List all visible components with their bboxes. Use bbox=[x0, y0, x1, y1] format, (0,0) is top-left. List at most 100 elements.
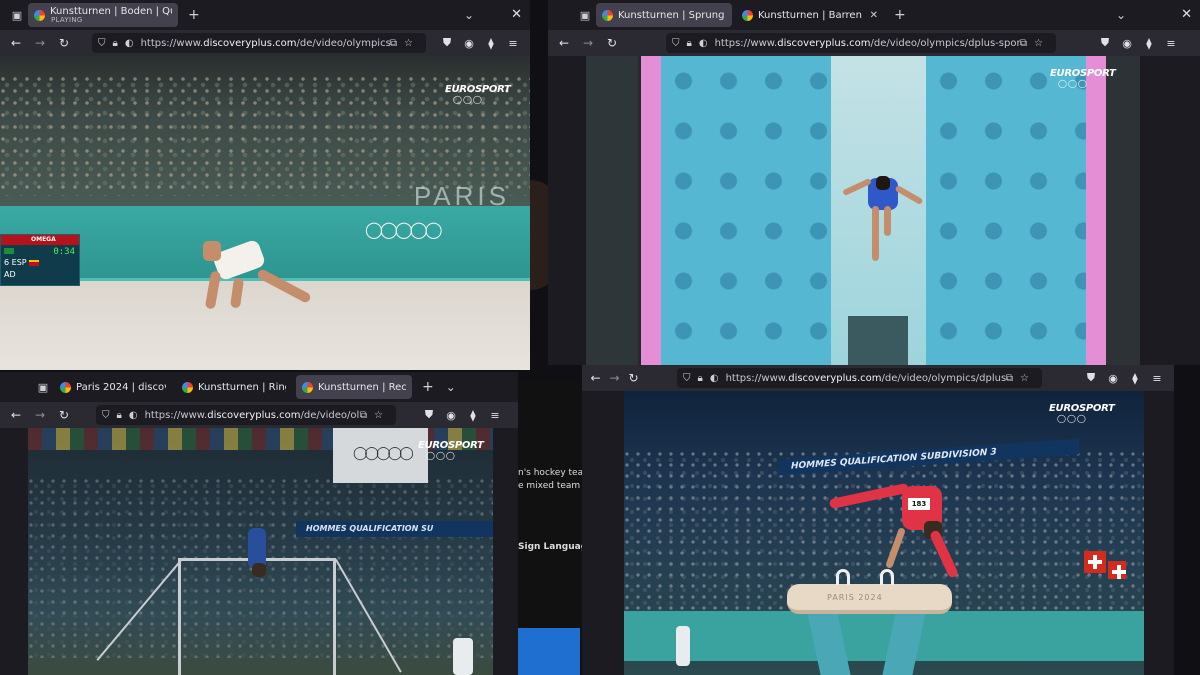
permissions-icon[interactable]: ◐ bbox=[129, 410, 138, 421]
gymnast-leg bbox=[872, 206, 879, 261]
close-icon[interactable]: ✕ bbox=[1181, 7, 1192, 22]
pip-icon[interactable]: ⧉ bbox=[1006, 373, 1013, 384]
pocket-icon[interactable]: ⛊ bbox=[1080, 371, 1102, 385]
forward-icon[interactable]: → bbox=[607, 368, 622, 388]
back-icon[interactable]: ← bbox=[588, 368, 603, 388]
shield-icon[interactable]: ⛉ bbox=[683, 373, 691, 384]
reload-icon[interactable]: ↻ bbox=[54, 33, 74, 53]
bookmark-star-icon[interactable]: ☆ bbox=[1034, 38, 1043, 49]
chevron-down-icon[interactable]: ⌄ bbox=[1110, 8, 1132, 22]
forward-icon[interactable]: → bbox=[30, 33, 50, 53]
toolbar-icons: ⛊ ◉ ⧫ ≡ bbox=[1080, 371, 1168, 385]
pip-icon[interactable]: ⧉ bbox=[1020, 38, 1027, 49]
chevron-down-icon[interactable]: ⌄ bbox=[458, 8, 480, 22]
toolbar-icons: ⛊ ◉ ⧫ ≡ bbox=[418, 408, 506, 422]
permissions-icon[interactable]: ◐ bbox=[125, 38, 134, 49]
lock-icon[interactable]: 🔒︎ bbox=[698, 373, 703, 384]
eurosport-logo: EUROSPORT ◯◯◯ bbox=[1049, 403, 1115, 423]
tab-paris-2024[interactable]: Paris 2024 | discoveryp bbox=[54, 375, 172, 399]
chevron-down-icon[interactable]: ⌄ bbox=[440, 380, 462, 394]
pocket-icon[interactable]: ⛊ bbox=[418, 408, 440, 422]
tab-high-bar[interactable]: Kunstturnen | Reck | Q bbox=[296, 375, 412, 399]
pip-icon[interactable]: ⧉ bbox=[360, 410, 367, 421]
favicon-icon bbox=[60, 381, 71, 393]
pocket-icon[interactable]: ⛊ bbox=[1094, 36, 1116, 50]
url-bar[interactable]: ⛉ 🔒︎ ◐ https://www.discoveryplus.com/de/… bbox=[666, 33, 1056, 53]
menu-icon[interactable]: ≡ bbox=[502, 37, 524, 50]
url-text[interactable]: https://www.discoveryplus.com/de/video/o… bbox=[141, 38, 390, 49]
arena-side bbox=[1106, 56, 1140, 365]
shield-icon[interactable]: ⛉ bbox=[102, 410, 110, 421]
url-bar[interactable]: ⛉ 🔒︎ ◐ https://www.discoveryplus.com/de/… bbox=[677, 368, 1042, 388]
video-player[interactable]: ◯◯◯◯◯ HOMMES QUALIFICATION SU EUROSPORT ◯… bbox=[28, 428, 493, 675]
new-tab-icon[interactable]: + bbox=[182, 7, 206, 23]
url-text[interactable]: https://www.discoveryplus.com/de/video/o… bbox=[726, 373, 1006, 384]
permissions-icon[interactable]: ◐ bbox=[710, 373, 719, 384]
reload-icon[interactable]: ↻ bbox=[626, 368, 641, 388]
reload-icon[interactable]: ↻ bbox=[54, 405, 74, 425]
favicon-icon bbox=[34, 9, 45, 21]
tab-vault[interactable]: Kunstturnen | Sprung | Qu bbox=[596, 3, 732, 27]
toolbar-icons: ⛊ ◉ ⧫ ≡ bbox=[436, 36, 524, 50]
forward-icon[interactable]: → bbox=[30, 405, 50, 425]
swiss-flag bbox=[1108, 561, 1126, 579]
bookmark-star-icon[interactable]: ☆ bbox=[374, 410, 383, 421]
new-tab-icon[interactable]: + bbox=[888, 7, 912, 23]
tab-list-icon[interactable]: ▣ bbox=[574, 4, 596, 26]
forward-icon[interactable]: → bbox=[578, 33, 598, 53]
tab-rings[interactable]: Kunstturnen | Ringe | Q bbox=[176, 375, 292, 399]
url-text[interactable]: https://www.discoveryplus.com/de/video/o… bbox=[715, 38, 1020, 49]
new-tab-icon[interactable]: + bbox=[416, 379, 440, 395]
lock-icon[interactable]: 🔒︎ bbox=[687, 38, 692, 49]
shield-icon[interactable]: ⛉ bbox=[672, 38, 680, 49]
back-icon[interactable]: ← bbox=[6, 405, 26, 425]
video-player[interactable]: EUROSPORT ◯◯◯ bbox=[586, 56, 1140, 365]
tab-list-icon[interactable]: ▣ bbox=[32, 376, 54, 398]
pip-icon[interactable]: ⧉ bbox=[390, 38, 397, 49]
extensions-icon[interactable]: ⧫ bbox=[462, 409, 484, 422]
bookmark-star-icon[interactable]: ☆ bbox=[1020, 373, 1029, 384]
account-icon[interactable]: ◉ bbox=[458, 37, 480, 50]
olympic-rings-icon: ◯◯◯◯◯ bbox=[353, 446, 414, 461]
bookmark-star-icon[interactable]: ☆ bbox=[404, 38, 413, 49]
pommel bbox=[836, 569, 850, 585]
close-tab-icon[interactable]: ✕ bbox=[870, 10, 878, 21]
url-bar[interactable]: ⛉ 🔒︎ ◐ https://www.discoveryplus.com/de/… bbox=[92, 33, 426, 53]
permissions-icon[interactable]: ◐ bbox=[699, 38, 708, 49]
lock-icon[interactable]: 🔒︎ bbox=[113, 38, 118, 49]
scoreboard-row: AD bbox=[4, 270, 16, 279]
lock-icon[interactable]: 🔒︎ bbox=[117, 410, 122, 421]
reload-icon[interactable]: ↻ bbox=[602, 33, 622, 53]
olympic-rings-icon: ◯◯◯◯◯ bbox=[365, 220, 443, 239]
account-icon[interactable]: ◉ bbox=[1102, 372, 1124, 385]
tab-floor[interactable]: Kunstturnen | Boden | Qu PLAYING bbox=[28, 3, 178, 27]
favicon-icon bbox=[742, 9, 753, 21]
account-icon[interactable]: ◉ bbox=[440, 409, 462, 422]
video-player[interactable]: PARIS ◯◯◯◯◯ EUROSPORT ◯◯◯ OMEGA 0:34 6 ES… bbox=[0, 56, 530, 370]
url-text[interactable]: https://www.discoveryplus.com/de/video/o… bbox=[145, 410, 360, 421]
qualification-banner: HOMMES QUALIFICATION SU bbox=[296, 521, 493, 537]
menu-icon[interactable]: ≡ bbox=[1160, 37, 1182, 50]
video-player[interactable]: HOMMES QUALIFICATION SUBDIVISION 3 PARIS… bbox=[624, 391, 1144, 675]
url-bar[interactable]: ⛉ 🔒︎ ◐ https://www.discoveryplus.com/de/… bbox=[96, 405, 396, 425]
desktop: n's hockey team e mixed team Sign Langua… bbox=[0, 0, 1200, 675]
extensions-icon[interactable]: ⧫ bbox=[1138, 37, 1160, 50]
tab-parallel-bars[interactable]: Kunstturnen | Barren | Qu ✕ bbox=[736, 3, 884, 27]
judge bbox=[453, 638, 473, 675]
extensions-icon[interactable]: ⧫ bbox=[1124, 372, 1146, 385]
back-icon[interactable]: ← bbox=[6, 33, 26, 53]
extensions-icon[interactable]: ⧫ bbox=[480, 37, 502, 50]
account-icon[interactable]: ◉ bbox=[1116, 37, 1138, 50]
back-icon[interactable]: ← bbox=[554, 33, 574, 53]
menu-icon[interactable]: ≡ bbox=[1146, 372, 1168, 385]
landing-mat bbox=[926, 56, 1086, 365]
shield-icon[interactable]: ⛉ bbox=[98, 38, 106, 49]
pocket-icon[interactable]: ⛊ bbox=[436, 36, 458, 50]
tab-title: Kunstturnen | Barren | Qu bbox=[758, 9, 864, 21]
menu-icon[interactable]: ≡ bbox=[484, 409, 506, 422]
scoreboard-time: 0:34 bbox=[53, 247, 75, 257]
horse-branding: PARIS 2024 bbox=[827, 593, 883, 602]
close-icon[interactable]: ✕ bbox=[511, 7, 522, 22]
judge bbox=[676, 626, 690, 666]
tab-list-icon[interactable]: ▣ bbox=[6, 4, 28, 26]
